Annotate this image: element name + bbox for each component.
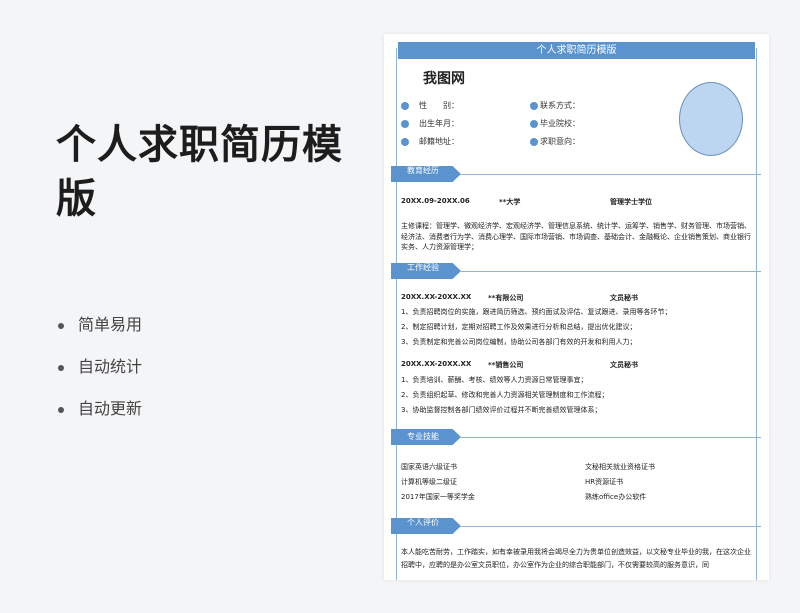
feature-list: 简单易用 自动统计 自动更新 [58,310,142,436]
evaluation-text: 本人能吃苦耐劳，工作踏实，如有幸被录用我将会竭尽全力为贵单位创造效益，以文秘专业… [401,548,751,569]
section-tag: 工作经验 [391,263,461,279]
bullet-icon [58,364,64,371]
edu-courses: 主修课程：管理学、微观经济学、宏观经济学、管理信息系统、统计学、运筹学、销售学、… [401,222,751,251]
job-period: 20XX.XX-20XX.XX [401,293,472,301]
edu-degree: 管理学士学位 [610,198,652,206]
info-label: 联系方式： [540,101,580,110]
info-label: 求职意向： [540,137,580,146]
job-role: 文员秘书 [610,294,638,302]
job-duty: 3、负责制定和完善公司岗位编制，协助公司各部门有效的开发和利用人力； [401,338,637,346]
section-tag: 个人评价 [391,518,461,534]
info-label: 性 别： [419,101,459,110]
feature-label: 自动统计 [78,357,143,376]
candidate-name: 我图网 [423,71,465,87]
job-duty: 2、制定招聘计划，定期对招聘工作及效果进行分析和总结，提出优化建议； [401,323,637,331]
skill-item: HR资源证书 [585,478,624,486]
job-role: 文员秘书 [610,361,638,369]
resume-preview: 个人求职简历模版 我图网 性 别： 出生年月： 邮籍地址： 联系方式： 毕业院校… [384,34,769,580]
edu-school: **大学 [499,198,521,206]
bullet-icon [401,101,409,110]
section-tag: 专业技能 [391,429,461,445]
edu-period: 20XX.09-20XX.06 [401,197,470,205]
info-label: 出生年月： [419,119,459,128]
bullet-icon [401,137,409,146]
divider [461,271,761,272]
info-gender: 性 别： [401,100,459,111]
job-company: **销售公司 [488,361,524,369]
info-label: 毕业院校： [540,119,580,128]
feature-item: 简单易用 [58,310,142,352]
skill-item: 国家英语六级证书 [401,463,457,471]
job-duty: 1、负责培训、薪酬、考核、绩效等人力资源日常管理事宜； [401,376,588,384]
section-work-header: 工作经验 [391,263,761,279]
info-label: 邮籍地址： [419,137,459,146]
bullet-icon [530,119,538,128]
feature-item: 自动更新 [58,394,142,436]
divider [461,526,761,527]
skill-item: 文秘相关就业资格证书 [585,463,655,471]
feature-label: 自动更新 [78,399,143,418]
promo-title: 个人求职简历模版 [56,122,343,222]
feature-label: 简单易用 [78,315,143,334]
job-duty: 2、负责组织起草、修改和完善人力资源相关管理制度和工作流程； [401,391,609,399]
bullet-icon [401,119,409,128]
bullet-icon [58,322,64,329]
section-skills-header: 专业技能 [391,429,761,445]
job-company: **有限公司 [488,294,524,302]
info-native: 邮籍地址： [401,136,459,147]
skill-item: 计算机等级二级证 [401,478,457,486]
info-birth: 出生年月： [401,118,459,129]
section-tag: 教育经历 [391,166,461,182]
bullet-icon [530,137,538,146]
job-duty: 1、负责招聘岗位的实施，跟进简历筛选、预约面试及评估、复试跟进、录用等各环节； [401,308,672,316]
divider [461,437,761,438]
info-school: 毕业院校： [530,118,580,129]
info-intention: 求职意向： [530,136,580,147]
frame-line-left [396,48,397,580]
info-contact: 联系方式： [530,100,580,111]
skill-item: 2017年国家一等奖学金 [401,493,475,501]
photo-placeholder [679,82,743,156]
resume-banner: 个人求职简历模版 [398,42,755,59]
skill-item: 熟练office办公软件 [585,493,647,501]
feature-item: 自动统计 [58,352,142,394]
job-duty: 3、协助监督控制各部门绩效评价过程并不断完善绩效管理体系； [401,406,602,414]
section-evaluation-header: 个人评价 [391,518,761,534]
bullet-icon [58,406,64,413]
frame-line-right [756,48,757,580]
divider [461,174,761,175]
job-period: 20XX.XX-20XX.XX [401,360,472,368]
section-education-header: 教育经历 [391,166,761,182]
bullet-icon [530,101,538,110]
